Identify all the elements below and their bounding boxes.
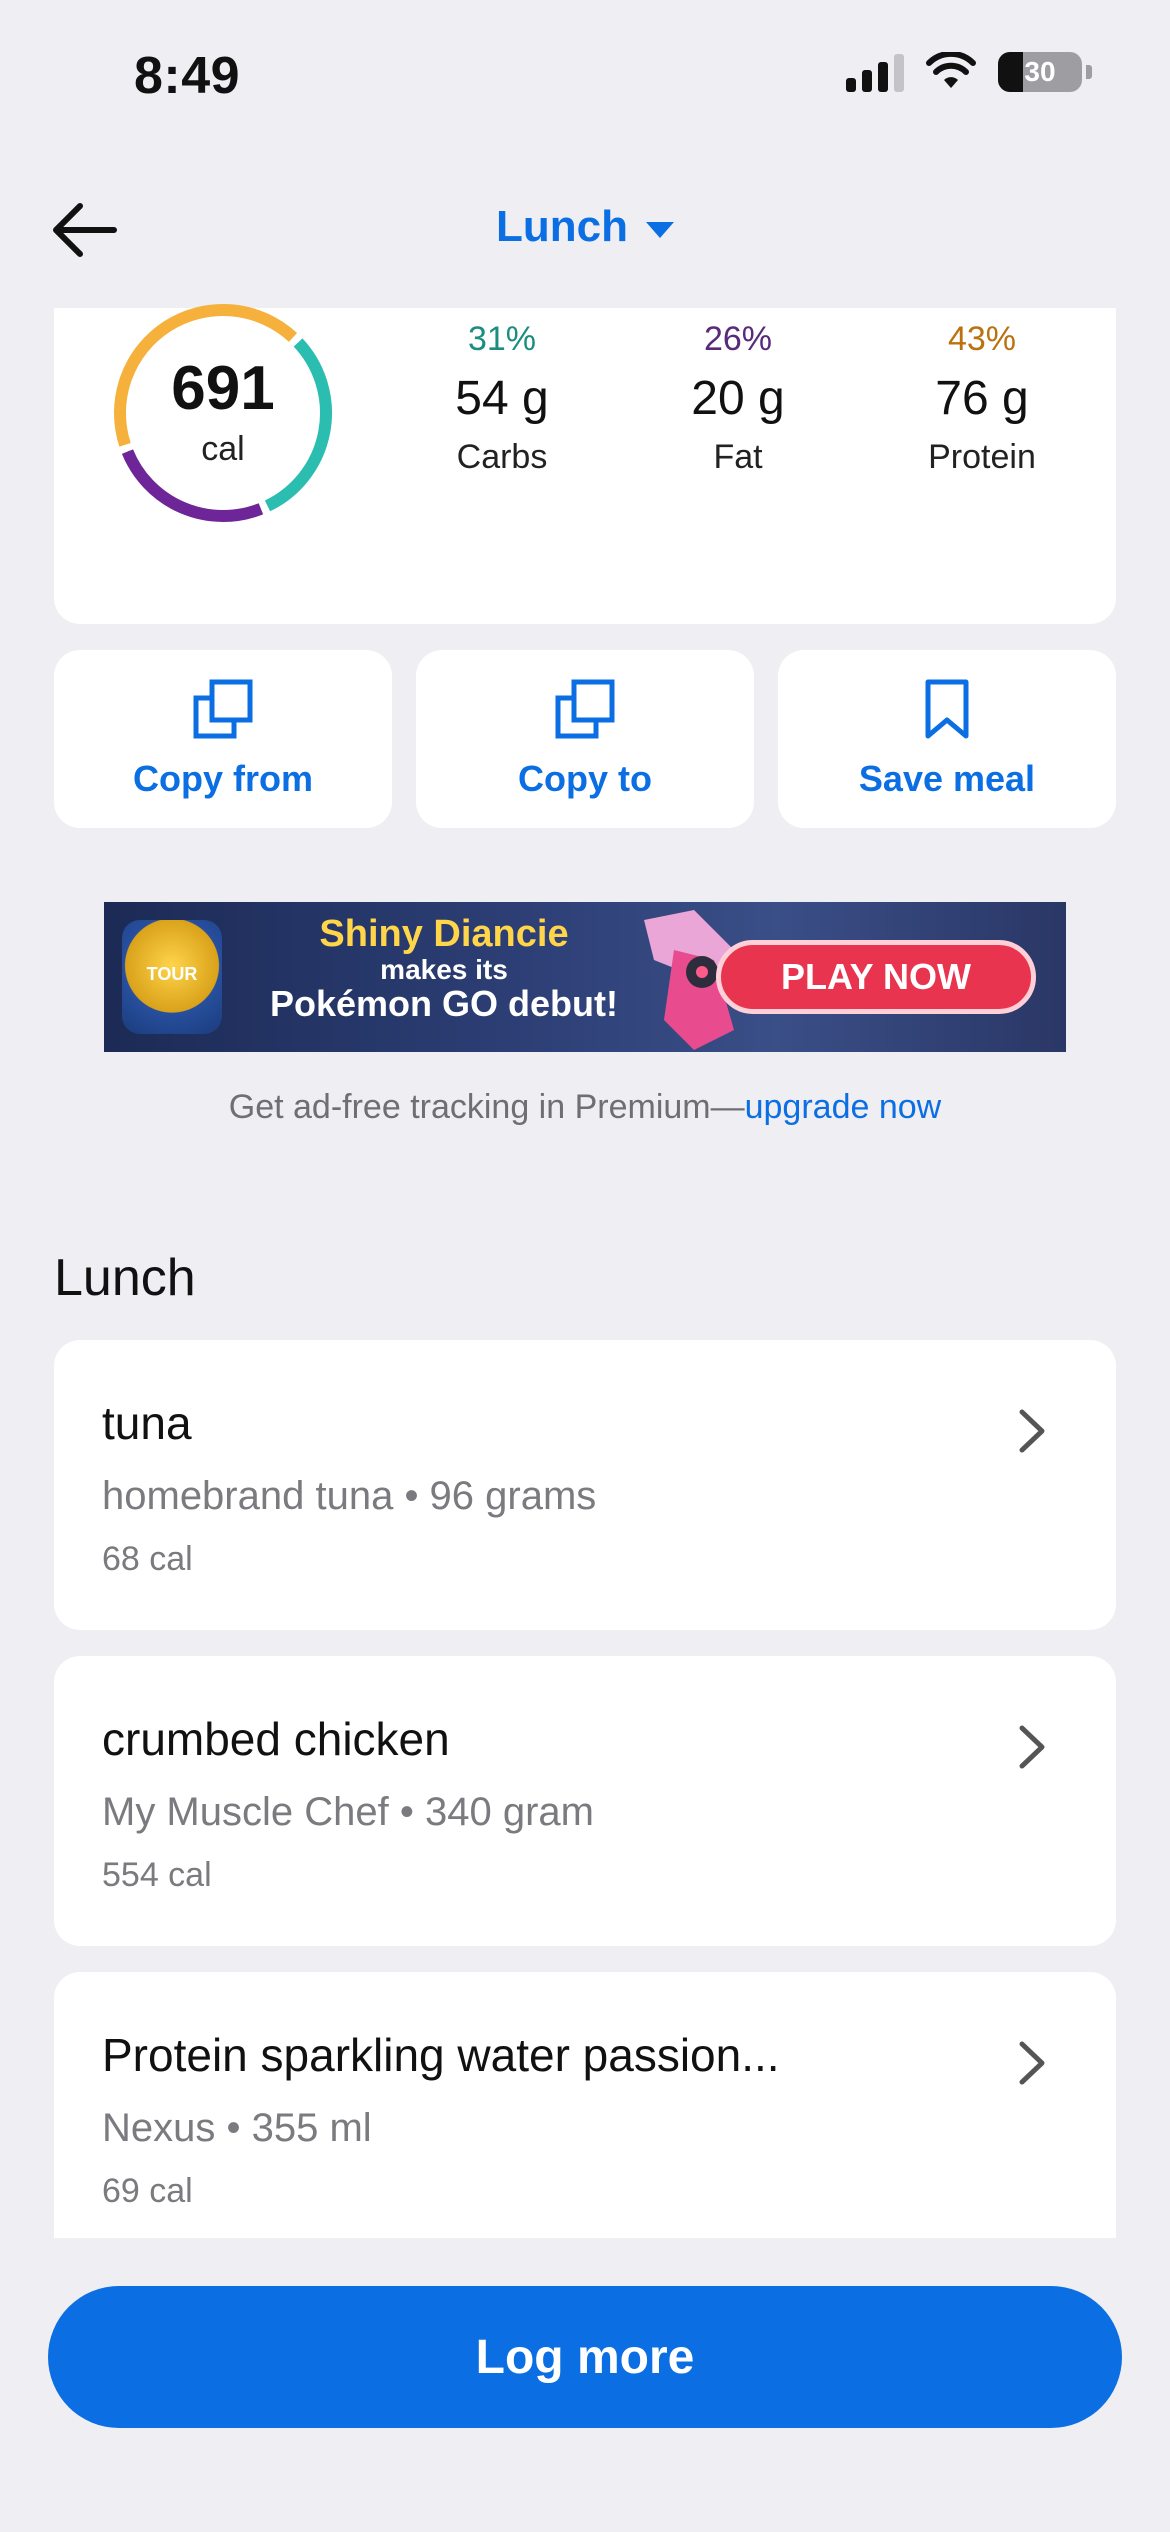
premium-upsell: Get ad-free tracking in Premium—upgrade …: [0, 1088, 1170, 1127]
food-name: tuna: [102, 1397, 192, 1449]
food-item[interactable]: crumbed chicken My Muscle Chef • 340 gra…: [54, 1656, 1116, 1946]
play-now-button[interactable]: PLAY NOW: [716, 940, 1036, 1014]
food-calories: 69 cal: [102, 2172, 193, 2210]
copy-from-button[interactable]: Copy from: [54, 650, 392, 828]
log-more-button[interactable]: Log more: [48, 2286, 1122, 2428]
header: Lunch: [0, 160, 1170, 290]
macro-percent: 31%: [467, 320, 537, 358]
food-calories: 554 cal: [102, 1856, 212, 1894]
copy-icon: [193, 679, 253, 739]
food-list: tuna homebrand tuna • 96 grams 68 cal cr…: [54, 1340, 1116, 2238]
macro-label: Protein: [928, 438, 1036, 476]
chevron-right-icon: [1019, 1725, 1045, 1769]
save-meal-button[interactable]: Save meal: [778, 650, 1116, 828]
food-detail: Nexus • 355 ml: [102, 2106, 372, 2150]
ad-banner[interactable]: TOUR Shiny Diancie makes its Pokémon GO …: [104, 902, 1066, 1052]
upgrade-now-link[interactable]: upgrade now: [745, 1088, 942, 1126]
chevron-right-icon: [1019, 2041, 1045, 2085]
copy-to-label: Copy to: [518, 758, 652, 799]
cellular-signal-icon: [846, 52, 904, 92]
macro-percent: 43%: [947, 320, 1017, 358]
section-title: Lunch: [54, 1249, 196, 1307]
food-detail: homebrand tuna • 96 grams: [102, 1474, 597, 1518]
copy-to-button[interactable]: Copy to: [416, 650, 754, 828]
food-name: crumbed chicken: [102, 1713, 450, 1765]
food-calories: 68 cal: [102, 1540, 193, 1578]
macro-label: Fat: [713, 438, 763, 476]
nutrition-summary-card: 691 cal 31% 54 g Carbs 26% 20 g Fat 43% …: [54, 304, 1116, 624]
page-title: Lunch: [496, 202, 628, 251]
food-detail: My Muscle Chef • 340 gram: [102, 1790, 594, 1834]
copy-from-label: Copy from: [133, 758, 313, 799]
premium-text: Get ad-free tracking in Premium—: [228, 1088, 745, 1126]
battery-icon: 30: [998, 52, 1082, 92]
bookmark-icon: [925, 679, 969, 739]
macro-percent: 26%: [703, 320, 773, 358]
macro-grams: 54 g: [455, 372, 549, 425]
chevron-right-icon: [1019, 1409, 1045, 1453]
macro-fat: 26% 20 g Fat: [638, 320, 838, 477]
battery-level: 30: [1024, 56, 1056, 87]
calories-unit: cal: [201, 429, 245, 468]
wifi-icon: [926, 52, 976, 88]
meal-actions: Copy from Copy to Save meal: [54, 650, 1116, 828]
macro-carbs: 31% 54 g Carbs: [402, 320, 602, 477]
ad-logo-text: TOUR: [146, 964, 198, 984]
food-item[interactable]: tuna homebrand tuna • 96 grams 68 cal: [54, 1340, 1116, 1630]
chevron-down-icon: [645, 222, 674, 238]
calories-value: 691: [171, 353, 275, 423]
food-item[interactable]: Protein sparkling water passion... Nexus…: [54, 1972, 1116, 2238]
macro-protein: 43% 76 g Protein: [882, 320, 1082, 477]
status-icons: 30: [846, 52, 1092, 92]
copy-icon: [555, 679, 615, 739]
save-meal-label: Save meal: [858, 758, 1036, 799]
macro-grams: 76 g: [935, 372, 1029, 425]
meal-screen: 8:49 30 Lunch 691 cal 31% 54 g Carbs 26%…: [0, 0, 1170, 2532]
macro-grams: 20 g: [691, 372, 785, 425]
status-time: 8:49: [134, 47, 241, 105]
status-bar: 8:49 30: [0, 0, 1170, 150]
meal-selector[interactable]: Lunch: [0, 202, 1170, 252]
food-name: Protein sparkling water passion...: [102, 2029, 780, 2081]
macro-label: Carbs: [456, 438, 548, 476]
